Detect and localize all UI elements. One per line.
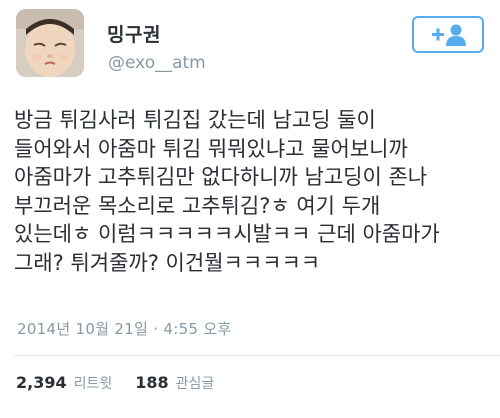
user-handle[interactable]: @exo__atm bbox=[108, 53, 206, 73]
tweet-card: 밍구권 @exo__atm 방금 튀김사러 튀김집 갔는데 남고딩 둘이 들어와… bbox=[0, 0, 500, 418]
tweet-text-line: 있는데ㅎ 이럼ㅋㅋㅋㅋㅋ시발ㅋㅋ 근데 아줌마가 bbox=[14, 222, 440, 247]
tweet-text-line: 아줌마가 고추튀김만 없다하니까 남고딩이 존나 bbox=[14, 165, 428, 190]
retweet-count[interactable]: 2,394 bbox=[16, 373, 67, 392]
tweet-stats: 2,394 리트윗 188 관심글 bbox=[16, 373, 214, 393]
like-label[interactable]: 관심글 bbox=[176, 373, 215, 393]
tweet-text-line: 방금 튀김사러 튀김집 갔는데 남고딩 둘이 bbox=[14, 108, 376, 132]
tweet-text-line: 들어와서 아줌마 튀김 뭐뭐있냐고 물어보니까 bbox=[14, 136, 408, 161]
avatar[interactable] bbox=[16, 9, 84, 77]
avatar-image bbox=[16, 9, 84, 77]
like-count[interactable]: 188 bbox=[135, 373, 168, 392]
tweet-text-line: 부끄러운 목소리로 고추튀김?ㅎ 여기 두개 bbox=[14, 193, 381, 218]
tweet-text-line: 그래? 튀겨줄까? 이건뭘ㅋㅋㅋㅋㅋ bbox=[14, 250, 321, 275]
retweet-label[interactable]: 리트윗 bbox=[74, 373, 113, 393]
divider bbox=[14, 355, 500, 356]
tweet-timestamp[interactable]: 2014년 10월 21일 · 4:55 오후 bbox=[17, 318, 232, 339]
tweet-text: 방금 튀김사러 튀김집 갔는데 남고딩 둘이 들어와서 아줌마 튀김 뭐뭐있냐고… bbox=[14, 106, 494, 278]
follow-button[interactable] bbox=[412, 16, 484, 53]
add-user-icon bbox=[432, 24, 466, 46]
display-name[interactable]: 밍구권 bbox=[107, 20, 161, 47]
